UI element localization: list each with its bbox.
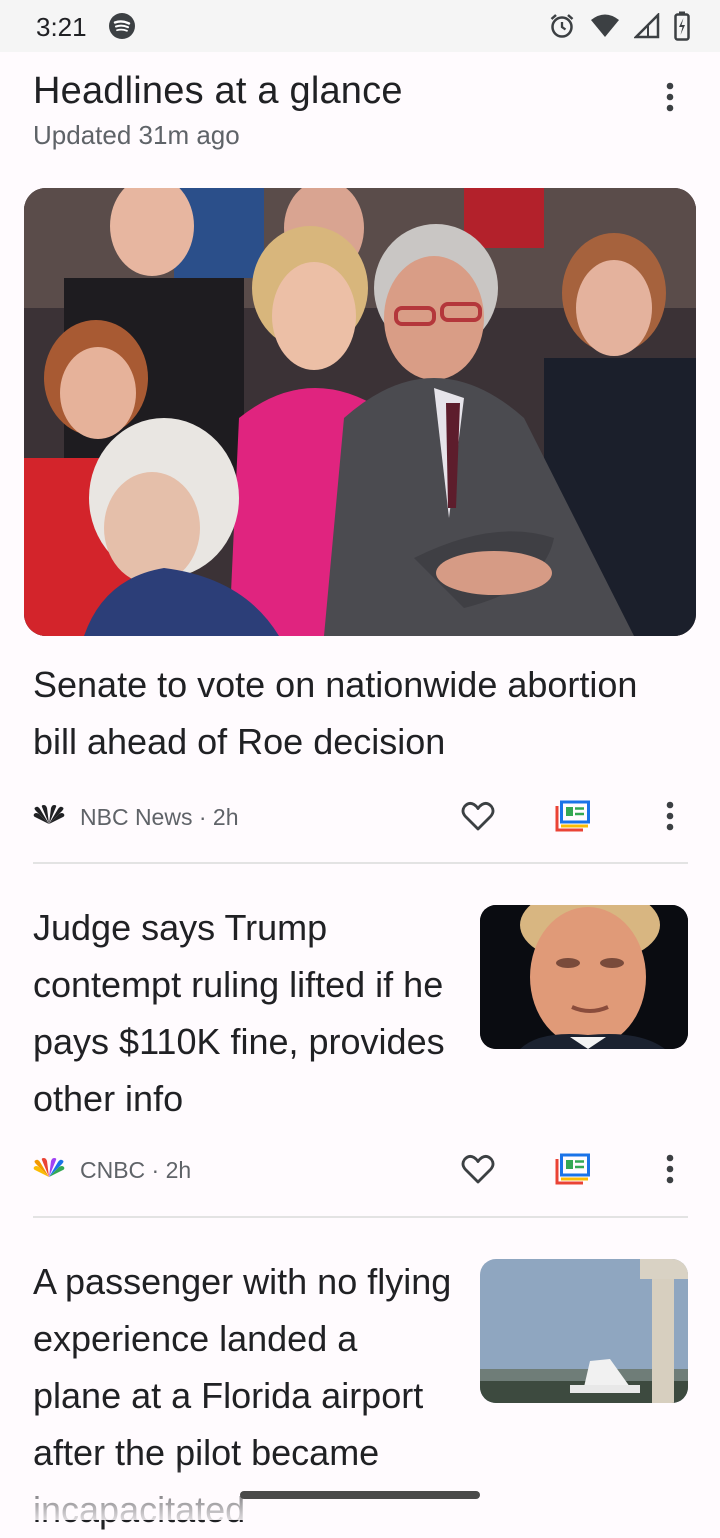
full-coverage-button[interactable] bbox=[553, 1149, 593, 1189]
story-source-row: CNBC · 2h bbox=[33, 1150, 453, 1190]
page-title: Headlines at a glance bbox=[33, 70, 403, 112]
thumbnail-illustration bbox=[480, 905, 688, 1049]
heart-outline-icon bbox=[461, 1154, 495, 1184]
battery-icon bbox=[674, 11, 690, 41]
heart-outline-icon bbox=[461, 801, 495, 831]
divider bbox=[33, 1216, 688, 1218]
gesture-nav-handle[interactable] bbox=[240, 1491, 480, 1499]
story-thumbnail[interactable] bbox=[480, 1259, 688, 1403]
cnbc-peacock-icon bbox=[33, 1158, 65, 1177]
story-source: CNBC · 2h bbox=[80, 1157, 192, 1183]
divider bbox=[33, 862, 688, 864]
story-thumbnail[interactable] bbox=[480, 905, 688, 1049]
full-coverage-button[interactable] bbox=[553, 796, 593, 836]
status-bar: 3:21 bbox=[0, 0, 720, 52]
story-source: NBC News · 2h bbox=[80, 804, 239, 830]
like-button[interactable] bbox=[458, 1149, 498, 1189]
more-vert-icon[interactable] bbox=[656, 80, 684, 114]
story-headline[interactable]: Senate to vote on nationwide abortion bi… bbox=[33, 656, 673, 770]
more-vert-icon[interactable] bbox=[656, 799, 684, 833]
story-headline[interactable]: Judge says Trump contempt ruling lifted … bbox=[33, 899, 453, 1127]
wifi-icon bbox=[591, 14, 619, 37]
spotify-icon bbox=[109, 13, 135, 39]
more-vert-icon[interactable] bbox=[656, 1152, 684, 1186]
thumbnail-illustration bbox=[480, 1259, 688, 1403]
signal-icon bbox=[634, 13, 660, 39]
full-coverage-icon bbox=[555, 1153, 590, 1185]
updated-time: Updated 31m ago bbox=[33, 120, 240, 150]
status-time: 3:21 bbox=[36, 12, 87, 42]
nbc-peacock-icon bbox=[33, 805, 65, 824]
alarm-icon bbox=[550, 14, 574, 38]
like-button[interactable] bbox=[458, 796, 498, 836]
hero-illustration bbox=[24, 188, 696, 636]
hero-photo[interactable] bbox=[24, 188, 696, 636]
full-coverage-icon bbox=[555, 800, 590, 832]
